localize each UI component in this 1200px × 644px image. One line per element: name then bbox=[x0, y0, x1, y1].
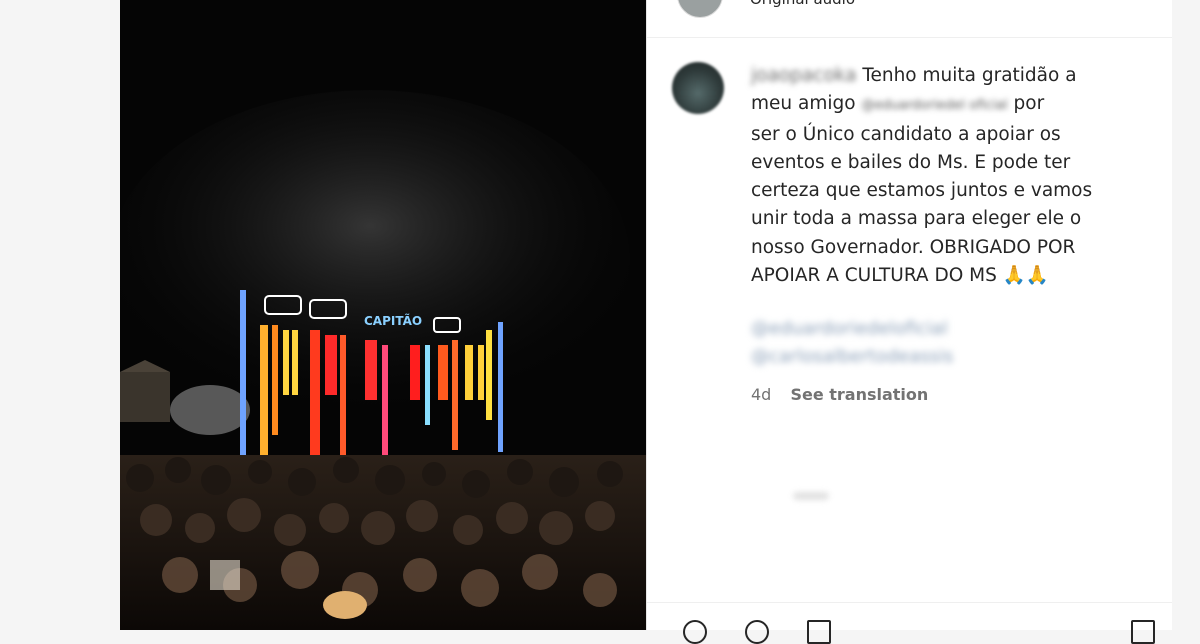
concert-scene-image: CAPITÃO bbox=[120, 0, 646, 630]
post-video[interactable]: CAPITÃO bbox=[120, 0, 646, 630]
comment-icon[interactable] bbox=[745, 620, 769, 644]
commenter-avatar[interactable] bbox=[672, 62, 724, 114]
like-icon[interactable] bbox=[683, 620, 707, 644]
see-translation-link[interactable]: See translation bbox=[790, 385, 928, 404]
author-avatar[interactable] bbox=[677, 0, 723, 18]
mention-link[interactable]: @carlosalbertodeassis bbox=[751, 346, 953, 367]
save-icon[interactable] bbox=[1131, 620, 1155, 644]
blurred-artifact bbox=[793, 492, 829, 500]
comment-meta: 4d See translation bbox=[751, 385, 928, 404]
share-icon[interactable] bbox=[807, 620, 831, 644]
comment-panel: Original audio joaopacoka Tenho muita gr… bbox=[646, 0, 1173, 644]
comment-text-part: por ser o Único candidato a apoiar os ev… bbox=[751, 93, 1093, 287]
page-background bbox=[1172, 0, 1200, 630]
mention-link[interactable]: @eduardoriedeloficial bbox=[751, 318, 948, 339]
commenter-username[interactable]: joaopacoka bbox=[751, 65, 856, 86]
comment-time: 4d bbox=[751, 385, 772, 404]
divider bbox=[647, 602, 1172, 603]
post-header: Original audio bbox=[647, 0, 1172, 38]
comment-body: joaopacoka Tenho muita gratidão a meu am… bbox=[751, 62, 1151, 290]
tagged-user[interactable]: @eduardoriedel oficial bbox=[861, 98, 1007, 113]
stage-sign-text: CAPITÃO bbox=[364, 313, 422, 328]
audio-label[interactable]: Original audio bbox=[750, 0, 855, 8]
